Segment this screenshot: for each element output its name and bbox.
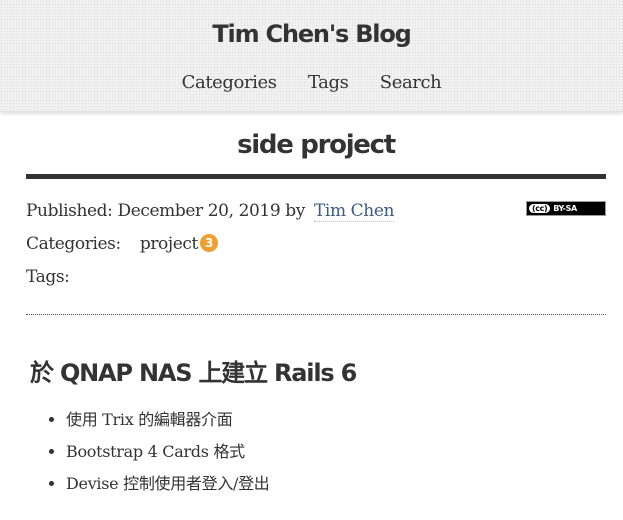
nav-tags[interactable]: Tags <box>308 72 349 93</box>
categories-line: Categories: project 3 <box>26 234 606 267</box>
feature-list: 使用 Trix 的編輯器介面 Bootstrap 4 Cards 格式 Devi… <box>26 406 606 502</box>
post-content: side project Published: December 20, 201… <box>0 130 623 502</box>
author-link[interactable]: Tim Chen <box>313 201 394 222</box>
cc-license-icon[interactable]: (cc) BY-SA <box>526 201 606 216</box>
cc-badge-right: BY-SA <box>553 204 577 213</box>
feature-item: 使用 Trix 的編輯器介面 <box>66 406 606 438</box>
meta-divider <box>26 314 606 315</box>
site-header: Tim Chen's Blog Categories Tags Search <box>0 0 623 112</box>
title-divider <box>26 174 606 179</box>
nav-search[interactable]: Search <box>380 72 442 93</box>
category-link-project[interactable]: project <box>140 234 199 254</box>
category-count-badge: 3 <box>199 234 218 252</box>
main-nav: Categories Tags Search <box>0 72 623 93</box>
site-title[interactable]: Tim Chen's Blog <box>0 0 623 48</box>
cc-badge-left: (cc) <box>529 204 551 213</box>
published-line: Published: December 20, 2019 by Tim Chen… <box>26 201 606 234</box>
published-label: Published: December 20, 2019 by <box>26 201 305 221</box>
post-meta: Published: December 20, 2019 by Tim Chen… <box>26 201 606 300</box>
post-title: side project <box>237 130 396 160</box>
nav-categories[interactable]: Categories <box>182 72 277 93</box>
section-heading: 於 QNAP NAS 上建立 Rails 6 <box>30 359 357 387</box>
tags-label: Tags: <box>26 267 70 287</box>
categories-label: Categories: <box>26 234 121 254</box>
tags-line: Tags: <box>26 267 606 300</box>
feature-item: Devise 控制使用者登入/登出 <box>66 470 606 502</box>
feature-item: Bootstrap 4 Cards 格式 <box>66 438 606 470</box>
